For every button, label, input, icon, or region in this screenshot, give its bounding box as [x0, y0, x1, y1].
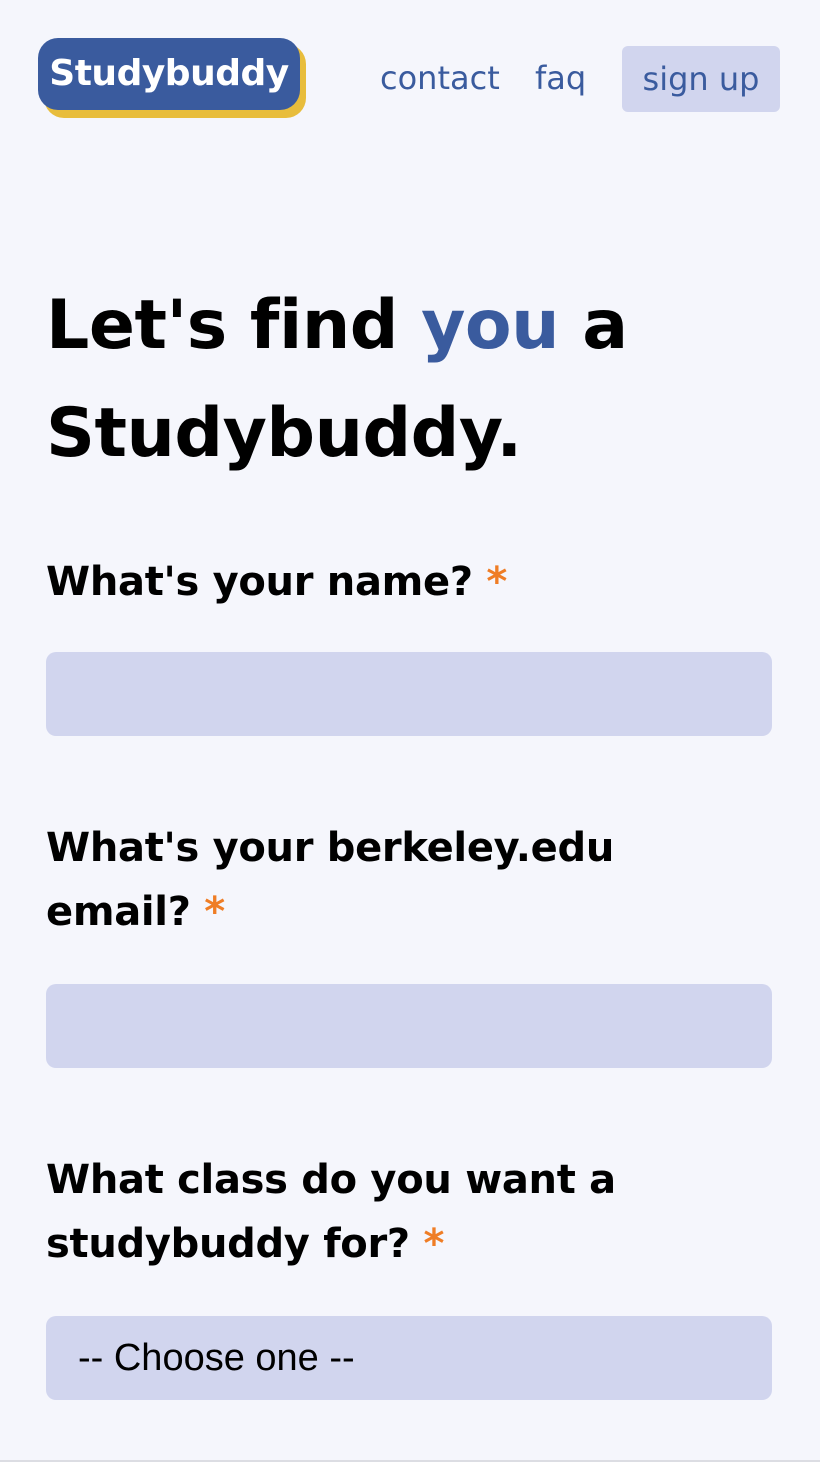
- required-asterisk: *: [486, 559, 508, 605]
- name-question-label: What's your name? *: [46, 550, 766, 614]
- email-question-label: What's your berkeley.edu email? *: [46, 816, 766, 944]
- top-nav: Studybuddy contact faq sign up: [0, 0, 820, 140]
- class-question-text: What class do you want a studybuddy for?: [46, 1157, 616, 1267]
- class-question-label: What class do you want a studybuddy for?…: [46, 1148, 766, 1276]
- nav-faq-link[interactable]: faq: [535, 56, 586, 100]
- required-asterisk: *: [423, 1221, 445, 1267]
- email-question-text: What's your berkeley.edu email?: [46, 825, 614, 935]
- class-select[interactable]: -- Choose one --: [46, 1316, 772, 1400]
- logo[interactable]: Studybuddy: [38, 38, 300, 110]
- required-asterisk: *: [204, 889, 225, 935]
- title-highlight: you: [421, 286, 560, 365]
- name-input[interactable]: [46, 652, 772, 736]
- name-question-text: What's your name?: [46, 559, 473, 605]
- logo-wrapper[interactable]: Studybuddy: [38, 38, 306, 118]
- email-input[interactable]: [46, 984, 772, 1068]
- page-title: Let's find you a Studybuddy.: [46, 272, 786, 488]
- sign-up-button[interactable]: sign up: [622, 46, 780, 112]
- nav-contact-link[interactable]: contact: [380, 56, 500, 100]
- title-part-1: Let's find: [46, 286, 422, 365]
